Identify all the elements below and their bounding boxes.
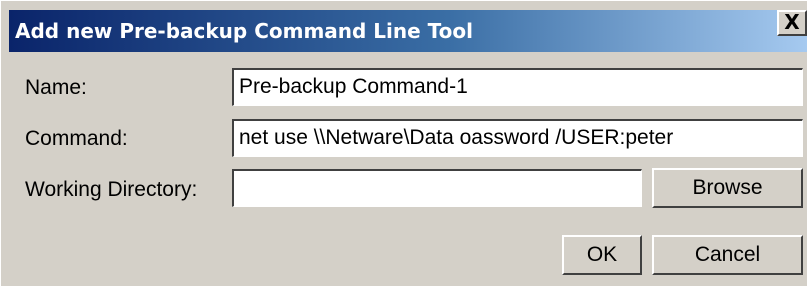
name-label: Name: (25, 76, 87, 99)
browse-button[interactable]: Browse (652, 168, 803, 208)
title-bar[interactable]: Add new Pre-backup Command Line Tool (9, 10, 807, 52)
command-field[interactable]: net use \\Netware\Data oassword /USER:pe… (232, 119, 803, 157)
dialog-title: Add new Pre-backup Command Line Tool (15, 19, 473, 43)
add-pre-backup-dialog: Add new Pre-backup Command Line Tool X N… (0, 0, 807, 286)
name-field[interactable]: Pre-backup Command-1 (232, 68, 803, 106)
close-button[interactable]: X (777, 10, 807, 36)
close-icon: X (784, 10, 800, 34)
command-label: Command: (25, 127, 128, 150)
cancel-button[interactable]: Cancel (652, 235, 803, 275)
ok-button[interactable]: OK (562, 235, 642, 275)
working-directory-label: Working Directory: (25, 178, 198, 201)
working-directory-field[interactable] (232, 169, 642, 207)
